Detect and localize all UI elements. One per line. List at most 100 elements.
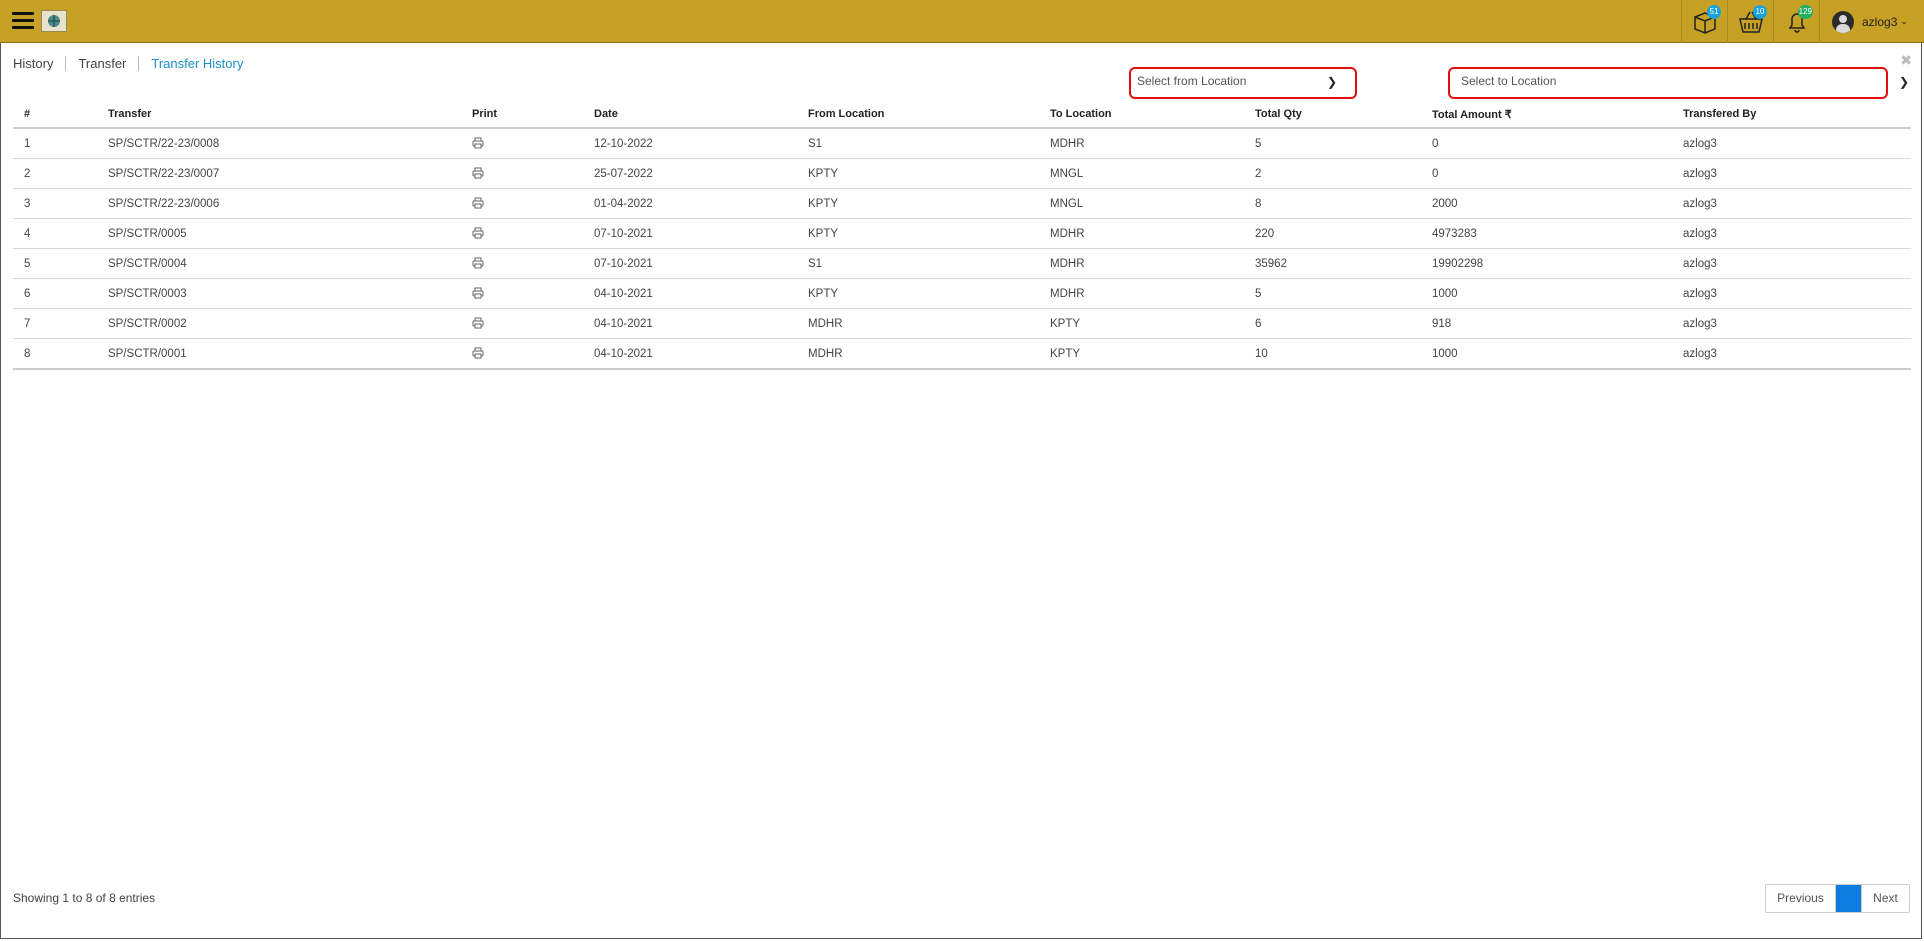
row-index-cell: 6	[13, 278, 97, 309]
top-bar: 51 10 129 azlog3 ⌄	[0, 0, 1924, 43]
chevron-down-icon: ❯	[1326, 75, 1337, 89]
from-location-cell: KPTY	[797, 158, 1039, 189]
column-header-transfered-by[interactable]: Transfered By	[1672, 101, 1911, 129]
to-location-cell: MDHR	[1039, 278, 1244, 309]
column-header-to-location[interactable]: To Location	[1039, 101, 1244, 129]
from-location-cell: S1	[797, 128, 1039, 159]
close-icon[interactable]: ✖	[1900, 52, 1912, 69]
print-cell	[461, 338, 583, 370]
total-qty-cell: 35962	[1244, 248, 1421, 279]
date-cell: 01-04-2022	[583, 188, 797, 219]
from-location-cell: MDHR	[797, 308, 1039, 339]
user-menu[interactable]: azlog3 ⌄	[1819, 0, 1924, 43]
column-header-transfer[interactable]: Transfer	[97, 101, 461, 129]
to-location-placeholder: Select to Location	[1461, 74, 1557, 88]
transfered-by-cell: azlog3	[1672, 218, 1911, 249]
next-page-button[interactable]: Next	[1861, 885, 1909, 912]
breadcrumb-transfer-history[interactable]: Transfer History	[138, 56, 255, 71]
transfer-number-cell[interactable]: SP/SCTR/22-23/0008	[97, 128, 461, 159]
from-location-select[interactable]: Select from Location ❯	[1129, 67, 1357, 99]
column-header-total-amount[interactable]: Total Amount ₹	[1421, 101, 1672, 129]
table-row: 2 SP/SCTR/22-23/0007 25-07-2022 KPTY MNGL 2 0 a…	[13, 158, 1911, 189]
transfer-number-cell[interactable]: SP/SCTR/22-23/0006	[97, 188, 461, 219]
transfer-history-table: # Transfer Print Date From Location To L…	[13, 101, 1911, 370]
total-amount-cell: 4973283	[1421, 218, 1672, 249]
column-header-total-qty[interactable]: Total Qty	[1244, 101, 1421, 129]
chevron-down-icon: ❯	[1898, 75, 1909, 89]
printer-icon[interactable]	[472, 167, 484, 179]
transfer-number-cell[interactable]: SP/SCTR/0002	[97, 308, 461, 339]
to-location-cell: MDHR	[1039, 128, 1244, 159]
previous-page-button[interactable]: Previous	[1766, 885, 1836, 912]
cart-button[interactable]: 10	[1727, 0, 1773, 43]
total-amount-cell: 2000	[1421, 188, 1672, 219]
breadcrumb-history[interactable]: History	[13, 56, 65, 71]
transfer-number-cell[interactable]: SP/SCTR/0004	[97, 248, 461, 279]
total-qty-cell: 5	[1244, 128, 1421, 159]
transfered-by-cell: azlog3	[1672, 278, 1911, 309]
total-amount-cell: 19902298	[1421, 248, 1672, 279]
printer-icon[interactable]	[472, 197, 484, 209]
date-cell: 04-10-2021	[583, 308, 797, 339]
transfered-by-cell: azlog3	[1672, 308, 1911, 339]
breadcrumb: History Transfer Transfer History	[13, 56, 255, 71]
to-location-cell: MDHR	[1039, 218, 1244, 249]
row-index-cell: 7	[13, 308, 97, 339]
table-body: 1 SP/SCTR/22-23/0008 12-10-2022 S1 MDHR 5 0 azl…	[13, 128, 1911, 370]
column-header-index[interactable]: #	[13, 101, 97, 129]
transfered-by-cell: azlog3	[1672, 188, 1911, 219]
transfer-number-cell[interactable]: SP/SCTR/0001	[97, 338, 461, 370]
print-cell	[461, 308, 583, 339]
row-index-cell: 2	[13, 158, 97, 189]
from-location-cell: S1	[797, 248, 1039, 279]
transfer-number-cell[interactable]: SP/SCTR/22-23/0007	[97, 158, 461, 189]
transfered-by-cell: azlog3	[1672, 248, 1911, 279]
printer-icon[interactable]	[472, 317, 484, 329]
total-amount-cell: 1000	[1421, 278, 1672, 309]
notifications-button[interactable]: 129	[1773, 0, 1819, 43]
avatar	[1832, 10, 1854, 33]
transfer-number-cell[interactable]: SP/SCTR/0005	[97, 218, 461, 249]
printer-icon[interactable]	[472, 347, 484, 359]
print-cell	[461, 218, 583, 249]
column-header-from-location[interactable]: From Location	[797, 101, 1039, 129]
print-cell	[461, 158, 583, 189]
print-cell	[461, 248, 583, 279]
transfered-by-cell: azlog3	[1672, 338, 1911, 370]
page-1-button[interactable]: 1	[1836, 885, 1861, 912]
table-row: 3 SP/SCTR/22-23/0006 01-04-2022 KPTY MNGL 8 20…	[13, 188, 1911, 219]
table-row: 5 SP/SCTR/0004 07-10-2021 S1 MDHR 35962 199022…	[13, 248, 1911, 279]
total-amount-cell: 0	[1421, 128, 1672, 159]
row-index-cell: 5	[13, 248, 97, 279]
total-qty-cell: 6	[1244, 308, 1421, 339]
orders-button[interactable]: 51	[1681, 0, 1727, 43]
total-amount-cell: 918	[1421, 308, 1672, 339]
table-header-row: # Transfer Print Date From Location To L…	[13, 101, 1911, 129]
row-index-cell: 4	[13, 218, 97, 249]
printer-icon[interactable]	[472, 287, 484, 299]
table-row: 6 SP/SCTR/0003 04-10-2021 KPTY MDHR 5 1000 azlo…	[13, 278, 1911, 309]
printer-icon[interactable]	[472, 137, 484, 149]
app-logo[interactable]	[41, 10, 67, 32]
printer-icon[interactable]	[472, 257, 484, 269]
date-cell: 07-10-2021	[583, 248, 797, 279]
transfered-by-cell: azlog3	[1672, 158, 1911, 189]
breadcrumb-transfer[interactable]: Transfer	[65, 56, 138, 71]
hamburger-menu-icon[interactable]	[12, 12, 34, 30]
from-location-cell: MDHR	[797, 338, 1039, 370]
cart-badge: 10	[1753, 5, 1767, 19]
from-location-cell: KPTY	[797, 188, 1039, 219]
print-cell	[461, 188, 583, 219]
top-right-toolbar: 51 10 129 azlog3 ⌄	[1681, 0, 1924, 43]
transfer-number-cell[interactable]: SP/SCTR/0003	[97, 278, 461, 309]
column-header-print[interactable]: Print	[461, 101, 583, 129]
from-location-placeholder: Select from Location	[1137, 74, 1247, 88]
to-location-cell: KPTY	[1039, 338, 1244, 370]
printer-icon[interactable]	[472, 227, 484, 239]
table-row: 7 SP/SCTR/0002 04-10-2021 MDHR KPTY 6 918 azlog…	[13, 308, 1911, 339]
column-header-date[interactable]: Date	[583, 101, 797, 129]
to-location-cell: MNGL	[1039, 188, 1244, 219]
to-location-select[interactable]: Select to Location ❯	[1448, 67, 1909, 99]
entries-info: Showing 1 to 8 of 8 entries	[13, 891, 156, 905]
table-row: 1 SP/SCTR/22-23/0008 12-10-2022 S1 MDHR 5 0 azl…	[13, 128, 1911, 159]
